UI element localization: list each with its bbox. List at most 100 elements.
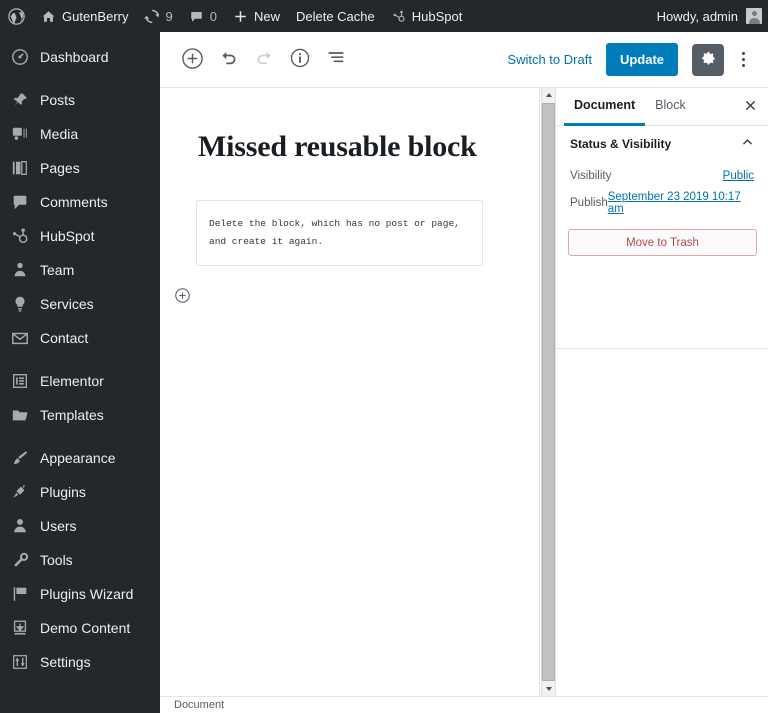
panel-divider xyxy=(556,348,768,349)
breadcrumb[interactable]: Document xyxy=(174,699,224,711)
editor-canvas[interactable]: Missed reusable block Delete the block, … xyxy=(160,88,540,696)
sidebar-item-tools[interactable]: Tools xyxy=(0,543,160,577)
editor-toolbar: Switch to Draft Update xyxy=(160,32,768,88)
comment-bubble-icon xyxy=(10,192,30,212)
folder-icon xyxy=(10,405,30,425)
sidebar-item-plugins-wizard[interactable]: Plugins Wizard xyxy=(0,577,160,611)
hubspot-menu[interactable]: HubSpot xyxy=(383,0,471,32)
sidebar-item-label: Elementor xyxy=(40,373,104,389)
editor-scrollbar[interactable] xyxy=(541,88,555,696)
scroll-down-button[interactable] xyxy=(542,682,555,696)
flag-icon xyxy=(10,584,30,604)
elementor-icon xyxy=(10,371,30,391)
delete-cache-label: Delete Cache xyxy=(295,8,375,24)
gear-icon xyxy=(700,50,717,70)
list-view-icon xyxy=(326,48,346,71)
sidebar-item-services[interactable]: Services xyxy=(0,287,160,321)
site-name-menu[interactable]: GutenBerry xyxy=(33,0,136,32)
sidebar-item-contact[interactable]: Contact xyxy=(0,321,160,355)
sidebar-item-team[interactable]: Team xyxy=(0,253,160,287)
update-button[interactable]: Update xyxy=(605,43,678,76)
plus-icon xyxy=(233,9,248,24)
editor-footer: Document xyxy=(160,696,768,713)
tab-block[interactable]: Block xyxy=(645,88,696,126)
admin-bar: GutenBerry 9 0 New Delete Cache HubSpot … xyxy=(0,0,768,32)
settings-panel: Document Block Status & Visibility Visib… xyxy=(555,88,768,696)
account-menu[interactable]: Howdy, admin xyxy=(649,0,768,32)
updates-button[interactable]: 9 xyxy=(136,0,180,32)
sidebar-item-hubspot[interactable]: HubSpot xyxy=(0,219,160,253)
scrollbar-thumb[interactable] xyxy=(542,103,555,681)
redo-button[interactable] xyxy=(246,42,282,78)
sidebar-item-media[interactable]: Media xyxy=(0,117,160,151)
sidebar-item-comments[interactable]: Comments xyxy=(0,185,160,219)
redo-arrow-icon xyxy=(254,48,275,72)
wordpress-logo-button[interactable] xyxy=(0,0,33,32)
triangle-up-icon xyxy=(545,93,552,97)
sidebar-item-label: Dashboard xyxy=(40,49,109,65)
circle-info-icon xyxy=(289,47,311,72)
visibility-row: Visibility Public xyxy=(556,162,768,189)
tab-document[interactable]: Document xyxy=(564,88,646,126)
comments-button[interactable]: 0 xyxy=(181,0,225,32)
sidebar-separator xyxy=(0,355,160,364)
sidebar-item-label: Tools xyxy=(40,552,73,568)
three-dots-vertical-icon xyxy=(741,52,745,55)
content-info-button[interactable] xyxy=(282,42,318,78)
close-panel-button[interactable] xyxy=(732,88,768,126)
settings-button[interactable] xyxy=(692,43,724,76)
sidebar-item-dashboard[interactable]: Dashboard xyxy=(0,40,160,74)
move-to-trash-button[interactable]: Move to Trash xyxy=(568,229,757,256)
sliders-icon xyxy=(10,652,30,672)
sidebar-item-appearance[interactable]: Appearance xyxy=(0,441,160,475)
undo-arrow-icon xyxy=(218,48,239,72)
sidebar-item-templates[interactable]: Templates xyxy=(0,398,160,432)
sidebar-item-label: Demo Content xyxy=(40,620,131,636)
pin-icon xyxy=(10,90,30,110)
hubspot-label: HubSpot xyxy=(411,8,463,24)
undo-button[interactable] xyxy=(210,42,246,78)
wordpress-logo-icon xyxy=(8,7,25,25)
sidebar-item-demo-content[interactable]: Demo Content xyxy=(0,611,160,645)
post-title[interactable]: Missed reusable block xyxy=(198,130,501,164)
publish-date-button[interactable]: September 23 2019 10:17 am xyxy=(608,191,754,215)
triangle-down-icon xyxy=(545,687,552,691)
delete-cache-button[interactable]: Delete Cache xyxy=(288,0,383,32)
sidebar-item-label: Media xyxy=(40,126,79,142)
switch-to-draft-button[interactable]: Switch to Draft xyxy=(497,52,602,67)
new-content-button[interactable]: New xyxy=(225,0,288,32)
status-visibility-title: Status & Visibility xyxy=(570,137,672,151)
sidebar-item-elementor[interactable]: Elementor xyxy=(0,364,160,398)
wrench-icon xyxy=(10,550,30,570)
block-appender-button[interactable] xyxy=(172,288,192,308)
circle-plus-icon xyxy=(181,47,204,73)
add-block-button[interactable] xyxy=(174,42,210,78)
scroll-up-button[interactable] xyxy=(542,88,555,102)
user-icon xyxy=(10,516,30,536)
sidebar-item-pages[interactable]: Pages xyxy=(0,151,160,185)
envelope-icon xyxy=(10,328,30,348)
publish-label: Publish xyxy=(570,196,608,209)
more-options-button[interactable] xyxy=(728,42,758,78)
download-icon xyxy=(10,618,30,638)
sidebar-item-label: Plugins Wizard xyxy=(40,586,134,602)
comment-bubble-icon xyxy=(189,9,204,24)
sidebar-item-plugins[interactable]: Plugins xyxy=(0,475,160,509)
close-icon xyxy=(744,99,757,115)
howdy-label: Howdy, admin xyxy=(656,8,738,24)
visibility-value-button[interactable]: Public xyxy=(723,170,754,182)
sidebar-item-posts[interactable]: Posts xyxy=(0,83,160,117)
pages-icon xyxy=(10,158,30,178)
sidebar-item-label: Services xyxy=(40,296,94,312)
sidebar-item-label: Team xyxy=(40,262,75,278)
sidebar-item-users[interactable]: Users xyxy=(0,509,160,543)
sidebar-item-label: Plugins xyxy=(40,484,86,500)
paragraph-block[interactable]: Delete the block, which has no post or p… xyxy=(196,200,483,267)
status-visibility-header[interactable]: Status & Visibility xyxy=(556,126,768,162)
admin-sidebar: Dashboard Posts Media Pages Comments Hub… xyxy=(0,32,160,713)
site-name-label: GutenBerry xyxy=(62,8,129,24)
block-navigation-button[interactable] xyxy=(318,42,354,78)
publish-row: Publish September 23 2019 10:17 am xyxy=(556,189,768,216)
sidebar-item-settings[interactable]: Settings xyxy=(0,645,160,679)
panel-tab-list: Document Block xyxy=(556,88,768,126)
